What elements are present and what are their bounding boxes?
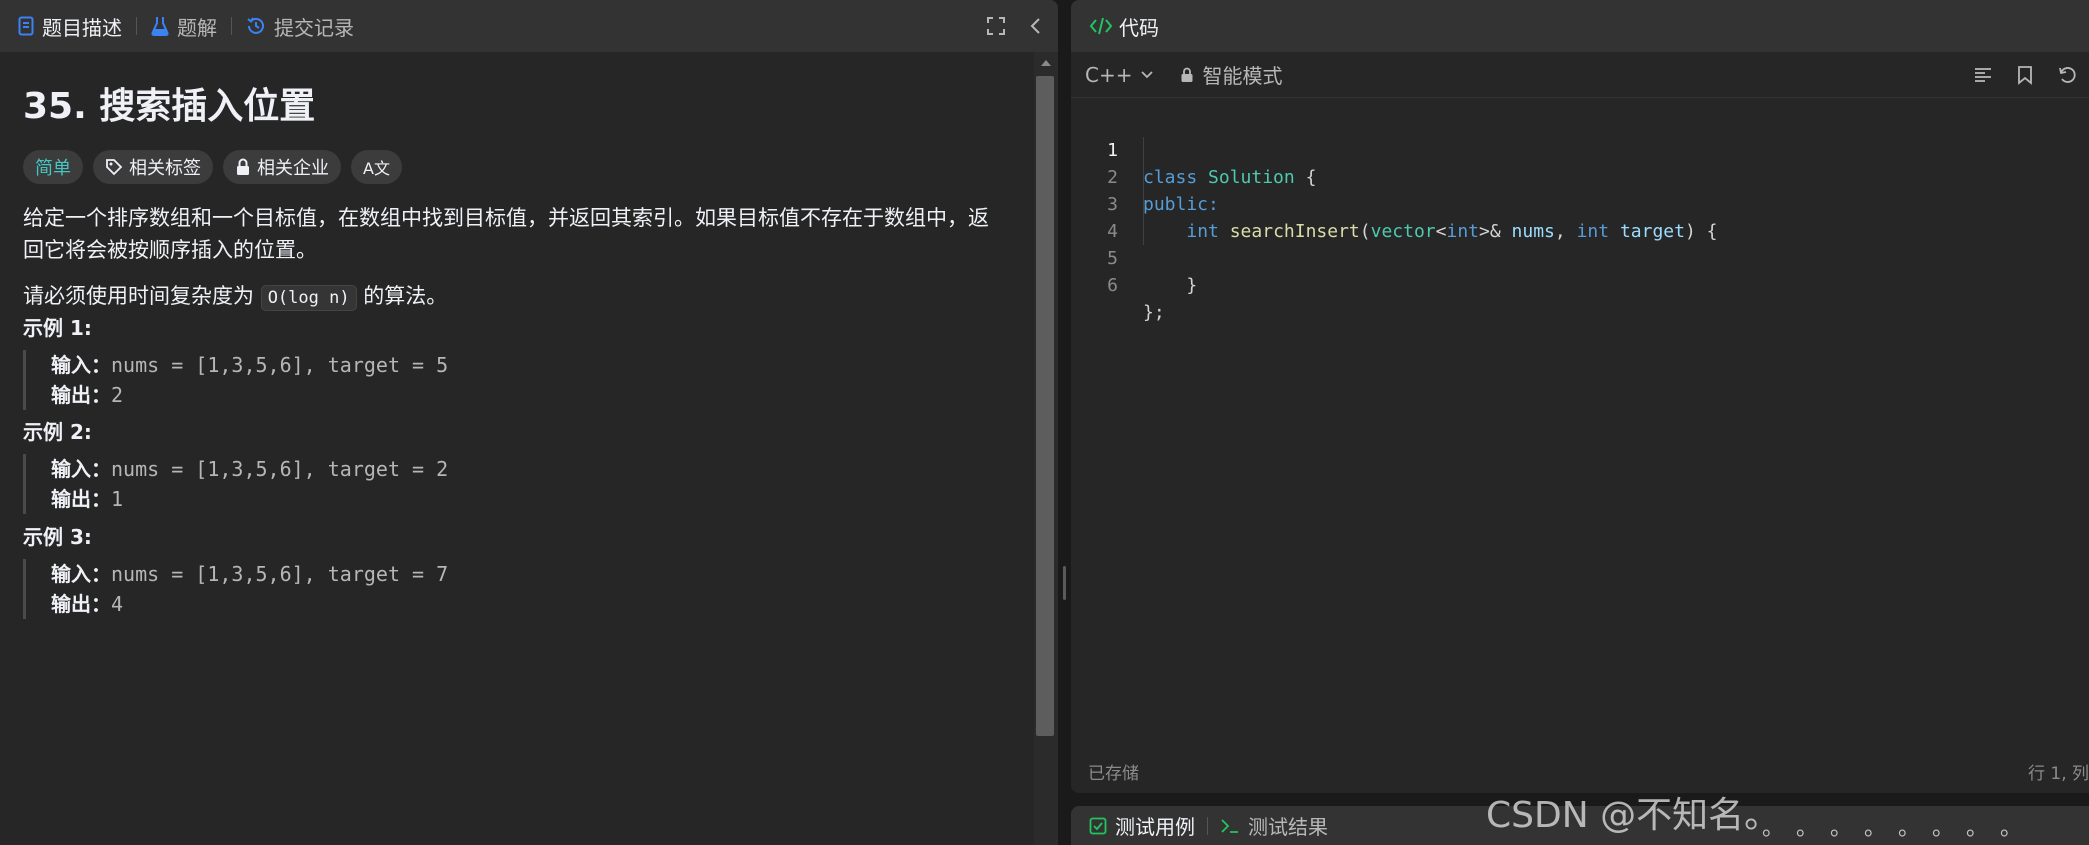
problem-panel: 题目描述 题解 提交记录 35. 搜索插入位置 简单 相关标签 相关企业 A文 … — [0, 0, 1058, 845]
code-panel-title: 代码 — [1119, 15, 1159, 40]
code-icon — [1089, 17, 1113, 35]
history-icon — [247, 17, 264, 34]
output-label: 输出： — [51, 592, 111, 616]
scroll-up-arrow-icon[interactable] — [1041, 60, 1051, 66]
tab-submissions[interactable]: 提交记录 — [246, 0, 354, 52]
code-line[interactable]: 3 int searchInsert(vector<int>& nums, in… — [1071, 164, 2089, 242]
problem-tags: 简单 相关标签 相关企业 A文 — [23, 150, 1034, 184]
checkbox-icon — [1089, 817, 1107, 834]
output-label: 输出： — [51, 383, 111, 407]
code-line[interactable]: 2 public: — [1071, 137, 2089, 215]
related-tags-label: 相关标签 — [129, 158, 201, 179]
code-line[interactable]: 5 } — [1071, 218, 2089, 296]
example-1-output: 2 — [111, 383, 124, 407]
tag-icon — [106, 159, 123, 176]
tab-submissions-label: 提交记录 — [274, 15, 354, 40]
tab-testcase-label: 测试用例 — [1115, 815, 1195, 839]
complexity-requirement: 请必须使用时间复杂度为 O(log n) 的算法。 — [23, 280, 1003, 314]
tab-testcase[interactable]: 测试用例 — [1089, 811, 1195, 840]
language-label: C++ — [1085, 62, 1133, 87]
complexity-text-before: 请必须使用时间复杂度为 — [23, 284, 254, 308]
code-token: } — [1186, 275, 1198, 296]
problem-title: 35. 搜索插入位置 — [23, 86, 316, 127]
example-3-output: 4 — [111, 592, 124, 616]
splitter-handle[interactable] — [1063, 566, 1066, 600]
problem-content: 35. 搜索插入位置 简单 相关标签 相关企业 A文 给定一个排序数组和一个目标… — [0, 52, 1034, 845]
bookmark-icon[interactable] — [2017, 65, 2033, 85]
example-1-title: 示例 1: — [23, 316, 92, 340]
problem-scrollbar[interactable] — [1034, 52, 1058, 845]
tab-divider — [1207, 816, 1208, 835]
related-companies-button[interactable]: 相关企业 — [223, 150, 341, 184]
code-line[interactable]: 4 — [1071, 191, 2089, 242]
format-icon[interactable] — [1973, 66, 1993, 84]
example-1-block: 输入：nums = [1,3,5,6], target = 5 输出：2 — [23, 350, 448, 410]
reset-icon[interactable] — [2057, 65, 2077, 85]
example-3-input: nums = [1,3,5,6], target = 7 — [111, 562, 449, 586]
tab-divider — [231, 17, 232, 35]
complexity-text-after: 的算法。 — [363, 284, 448, 308]
code-token: }; — [1143, 302, 1165, 323]
example-1-input: nums = [1,3,5,6], target = 5 — [111, 353, 449, 377]
tab-description-label: 题目描述 — [42, 15, 122, 40]
lock-icon — [237, 158, 249, 175]
code-line[interactable]: 6 }; — [1071, 245, 2089, 323]
output-label: 输出： — [51, 487, 111, 511]
code-panel: 代码 C++ 智能模式 1 class Solution { 2 public:… — [1071, 0, 2089, 793]
tab-test-result-label: 测试结果 — [1248, 815, 1328, 839]
editor-tools — [1973, 52, 2077, 98]
editor-toolbar: C++ 智能模式 — [1071, 52, 2089, 98]
line-number: 6 — [1107, 275, 1118, 296]
flask-icon — [151, 17, 169, 36]
chevron-down-icon — [1141, 70, 1154, 78]
code-panel-header: 代码 — [1071, 0, 2089, 52]
collapse-left-icon[interactable] — [1028, 16, 1042, 36]
watermark: CSDN @不知名。 — [1486, 795, 1781, 836]
difficulty-badge[interactable]: 简单 — [23, 150, 83, 184]
translate-icon: A文 — [363, 159, 390, 178]
smart-mode-toggle[interactable]: 智能模式 — [1180, 60, 1282, 89]
example-2-title: 示例 2: — [23, 420, 92, 444]
watermark-dots: 。。。。。。。。 — [1762, 816, 2046, 841]
saved-status: 已存储 — [1088, 763, 1139, 784]
problem-description: 给定一个排序数组和一个目标值，在数组中找到目标值，并返回其索引。如果目标值不存在… — [23, 206, 989, 262]
code-line[interactable]: 1 class Solution { — [1071, 110, 2089, 188]
input-label: 输入： — [51, 457, 111, 481]
input-label: 输入： — [51, 353, 111, 377]
input-label: 输入： — [51, 562, 111, 586]
complexity-code: O(log n) — [260, 285, 357, 311]
problem-panel-tools — [986, 0, 1042, 52]
example-2-input: nums = [1,3,5,6], target = 2 — [111, 457, 449, 481]
smart-mode-label: 智能模式 — [1202, 64, 1283, 88]
tab-solutions-label: 题解 — [177, 15, 217, 40]
example-3-block: 输入：nums = [1,3,5,6], target = 7 输出：4 — [23, 559, 448, 619]
lock-icon — [1181, 67, 1193, 82]
terminal-icon — [1221, 818, 1238, 833]
tab-solutions[interactable]: 题解 — [151, 0, 217, 52]
example-2-block: 输入：nums = [1,3,5,6], target = 2 输出：1 — [23, 454, 448, 514]
fullscreen-icon[interactable] — [986, 16, 1006, 36]
cursor-position: 行 1, 列 — [2027, 763, 2089, 784]
description-icon — [18, 16, 34, 36]
scrollbar-thumb[interactable] — [1036, 76, 1054, 736]
code-editor[interactable]: 1 class Solution { 2 public: 3 int searc… — [1071, 110, 2089, 750]
language-select[interactable]: C++ — [1085, 63, 1154, 87]
example-2-output: 1 — [111, 487, 124, 511]
related-companies-label: 相关企业 — [257, 158, 329, 179]
tab-test-result[interactable]: 测试结果 — [1220, 811, 1328, 840]
translate-button[interactable]: A文 — [351, 150, 402, 184]
example-3-title: 示例 3: — [23, 525, 92, 549]
panel-splitter[interactable] — [1058, 0, 1071, 845]
related-tags-button[interactable]: 相关标签 — [93, 150, 213, 184]
problem-tabs: 题目描述 题解 提交记录 — [0, 0, 1058, 52]
tab-divider — [136, 17, 137, 35]
tab-description[interactable]: 题目描述 — [18, 0, 122, 52]
